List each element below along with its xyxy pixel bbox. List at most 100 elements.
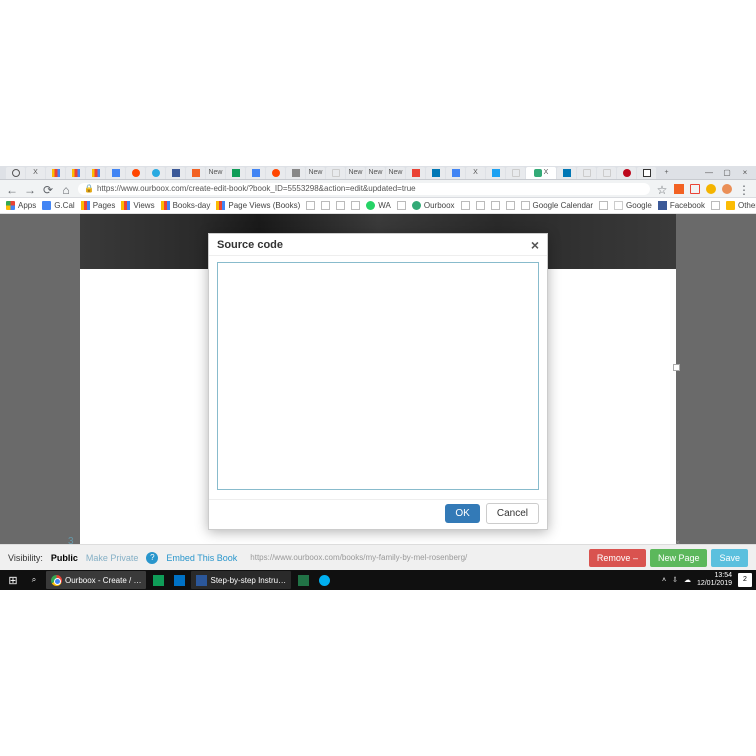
tab[interactable] — [506, 167, 525, 179]
tab[interactable] — [226, 167, 245, 179]
new-tab-button[interactable]: + — [657, 167, 676, 179]
taskbar-app-outlook[interactable] — [170, 571, 188, 589]
tab-strip: X New New New New New X X + — ▢ — [0, 166, 756, 180]
tab[interactable] — [106, 167, 125, 179]
bookmark-item[interactable]: Google — [614, 201, 652, 210]
tab[interactable] — [66, 167, 85, 179]
cancel-button[interactable]: Cancel — [486, 503, 539, 524]
tab[interactable] — [486, 167, 505, 179]
tab[interactable] — [126, 167, 145, 179]
new-page-button[interactable]: New Page — [650, 549, 708, 567]
bookmark-item[interactable]: WA — [366, 201, 391, 210]
profile-avatar[interactable] — [722, 184, 732, 194]
tab[interactable] — [426, 167, 445, 179]
bookmark-item[interactable] — [506, 201, 515, 210]
bookmark-item[interactable] — [476, 201, 485, 210]
tab[interactable]: X — [466, 167, 485, 179]
tab[interactable] — [46, 167, 65, 179]
bookmark-star-icon[interactable]: ☆ — [656, 183, 668, 195]
extension-icon[interactable] — [690, 184, 700, 194]
taskbar-app-excel[interactable] — [294, 571, 312, 589]
remove-button[interactable]: Remove – — [589, 549, 646, 567]
bookmarks-bar: Apps G.Cal Pages Views Books-day Page Vi… — [0, 198, 756, 214]
tab[interactable] — [617, 167, 636, 179]
bookmark-item[interactable] — [711, 201, 720, 210]
tab[interactable]: New — [346, 167, 365, 179]
tab[interactable] — [186, 167, 205, 179]
tab[interactable] — [86, 167, 105, 179]
bookmark-item[interactable] — [599, 201, 608, 210]
menu-icon[interactable]: ⋮ — [738, 183, 750, 195]
page-close-icon[interactable]: × — [675, 538, 680, 547]
page-number: 3 — [68, 536, 74, 547]
tab[interactable] — [286, 167, 305, 179]
search-icon[interactable]: ⌕ — [25, 571, 43, 589]
bookmark-item[interactable]: Google Calendar — [521, 201, 593, 210]
taskbar-app-word[interactable]: Step-by-step Instru… — [191, 571, 291, 589]
other-bookmarks[interactable]: Other bookmarks — [726, 201, 756, 210]
forward-button[interactable]: → — [24, 183, 36, 195]
bookmark-item[interactable] — [336, 201, 345, 210]
source-code-textarea[interactable] — [217, 262, 539, 490]
bookmark-item[interactable] — [321, 201, 330, 210]
help-icon[interactable]: ? — [146, 552, 158, 564]
bookmark-apps[interactable]: Apps — [6, 201, 36, 210]
taskbar-app-chrome[interactable]: Ourboox - Create / … — [46, 571, 146, 589]
bookmark-item[interactable]: Books-day — [161, 201, 211, 210]
window-minimize[interactable]: — — [704, 168, 714, 178]
tab[interactable] — [146, 167, 165, 179]
tab[interactable] — [266, 167, 285, 179]
tab[interactable] — [597, 167, 616, 179]
visibility-value: Public — [51, 553, 78, 563]
clock[interactable]: 13:54 12/01/2019 — [697, 572, 732, 588]
reload-button[interactable]: ⟳ — [42, 183, 54, 195]
tab[interactable]: New — [206, 167, 225, 179]
tab[interactable] — [557, 167, 576, 179]
resize-handle-icon[interactable] — [673, 364, 680, 371]
bookmark-item[interactable] — [461, 201, 470, 210]
taskbar-app-skype[interactable] — [315, 571, 333, 589]
url-input[interactable]: 🔒 https://www.ourboox.com/create-edit-bo… — [78, 183, 650, 195]
make-private-link[interactable]: Make Private — [86, 553, 139, 563]
tab[interactable] — [406, 167, 425, 179]
tab[interactable] — [577, 167, 596, 179]
dialog-close-button[interactable]: × — [531, 237, 539, 253]
embed-link[interactable]: Embed This Book — [166, 553, 237, 563]
tray-chevron-up-icon[interactable]: ˄ — [662, 577, 666, 584]
windows-taskbar: ⊞ ⌕ Ourboox - Create / … Step-by-step In… — [0, 570, 756, 590]
tab[interactable] — [446, 167, 465, 179]
start-button[interactable]: ⊞ — [4, 571, 22, 589]
extension-icon[interactable] — [674, 184, 684, 194]
bookmark-item[interactable]: Ourboox — [412, 201, 455, 210]
bookmark-item[interactable] — [397, 201, 406, 210]
window-close[interactable]: × — [740, 168, 750, 178]
bookmark-item[interactable]: Facebook — [658, 201, 705, 210]
extension-icon[interactable] — [706, 184, 716, 194]
save-button[interactable]: Save — [711, 549, 748, 567]
tab[interactable] — [246, 167, 265, 179]
bookmark-item[interactable] — [491, 201, 500, 210]
tray-dropbox-icon[interactable]: ⇩ — [672, 576, 678, 584]
tab-active[interactable]: X — [526, 167, 556, 179]
tab[interactable]: New — [386, 167, 405, 179]
bookmark-item[interactable]: G.Cal — [42, 201, 74, 210]
bookmark-item[interactable] — [306, 201, 315, 210]
bookmark-item[interactable] — [351, 201, 360, 210]
back-button[interactable]: ← — [6, 183, 18, 195]
tray-onedrive-icon[interactable]: ☁ — [684, 576, 691, 584]
tab[interactable]: New — [306, 167, 325, 179]
tab[interactable]: X — [26, 167, 45, 179]
bookmark-item[interactable]: Pages — [81, 201, 116, 210]
notification-icon[interactable]: 2 — [738, 573, 752, 587]
taskbar-app-images[interactable] — [149, 571, 167, 589]
tab[interactable] — [6, 167, 25, 179]
bookmark-item[interactable]: Views — [121, 201, 154, 210]
window-maximize[interactable]: ▢ — [722, 168, 732, 178]
bookmark-item[interactable]: Page Views (Books) — [216, 201, 300, 210]
ok-button[interactable]: OK — [445, 504, 479, 523]
home-button[interactable]: ⌂ — [60, 183, 72, 195]
tab[interactable]: New — [366, 167, 385, 179]
tab[interactable] — [166, 167, 185, 179]
tab[interactable] — [637, 167, 656, 179]
tab[interactable] — [326, 167, 345, 179]
